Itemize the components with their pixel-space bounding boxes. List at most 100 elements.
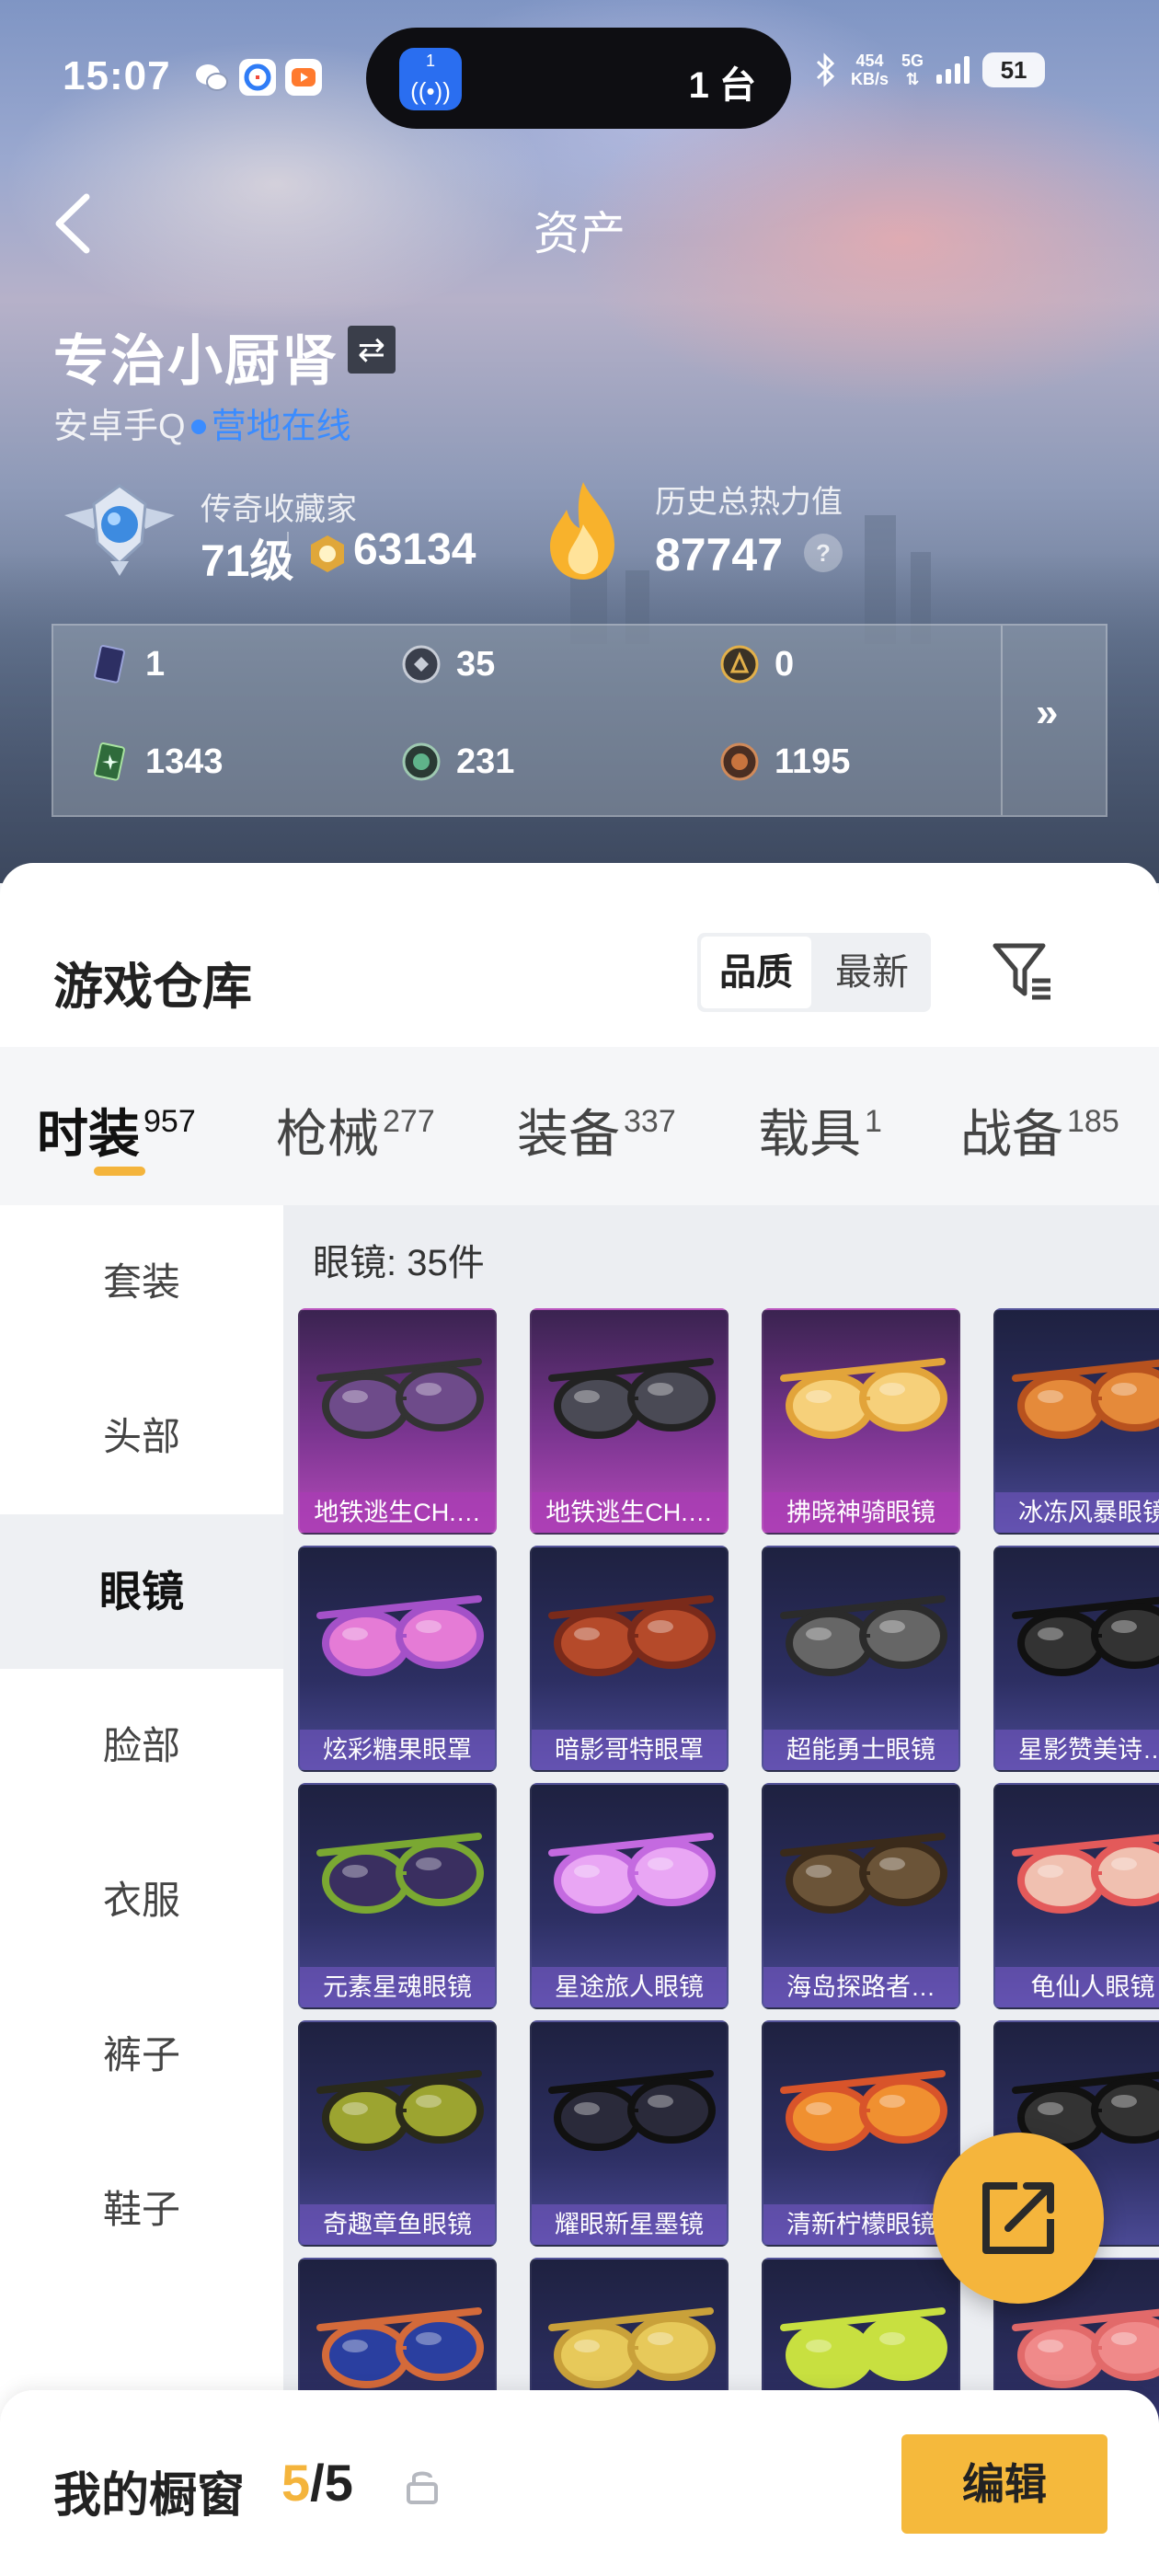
island-badge: 1 [425,52,435,70]
external-share-icon [982,2182,1054,2254]
grid-title: 眼镜: 35件 [313,1243,485,1283]
divider [287,532,289,572]
item-name: 海岛探路者… [763,1967,958,2007]
glasses-icon [548,1833,716,1914]
video-app-icon [285,59,322,96]
switch-account-icon[interactable]: ⇄ [348,326,396,374]
sidebar-item-glasses[interactable]: 眼镜 [0,1514,283,1669]
tab-fashion[interactable]: 时装 957 [37,1093,196,1167]
heat-value: 87747 [655,529,784,581]
token-gold-icon [720,645,759,684]
item-name: 龟仙人眼镜 [995,1967,1159,2007]
item-card[interactable]: 地铁逃生CH.… [298,1308,497,1535]
page-title: 资产 [534,208,625,259]
item-card[interactable]: 暗影哥特眼罩 [530,1546,729,1772]
item-card[interactable]: 元素星魂眼镜 [298,1783,497,2009]
item-card[interactable]: 龟仙人眼镜 [993,1783,1159,2009]
profile-header: 15:07 1 ((•)) 1 台 454 KB/s 5G ⇅ 51 资产 专治… [0,0,1159,883]
network-type: 5G ⇅ [901,52,924,88]
item-card[interactable]: 地铁逃生CH.… [530,1308,729,1535]
help-icon[interactable]: ? [804,534,843,572]
subcategory-sidebar: 套装 头部 眼镜 脸部 衣服 裤子 鞋子 [0,1205,283,2576]
filter-icon[interactable] [990,938,1056,1005]
platform-status: 安卓手Q 营地在线 [53,397,351,448]
sidebar-item-clothes[interactable]: 衣服 [0,1823,283,1978]
item-name: 暗影哥特眼罩 [532,1730,727,1770]
net-speed: 454 KB/s [851,52,889,88]
orb-green-icon [402,742,441,781]
sidebar-item-pants[interactable]: 裤子 [0,1978,283,2133]
warehouse-sheet: 游戏仓库 品质 最新 时装 957 枪械 277 装备 337 载具 1 战备 185 套… [0,863,1159,2576]
battery-indicator: 51 [982,52,1046,87]
glasses-icon [780,2070,947,2151]
item-name: 地铁逃生CH.… [300,1492,495,1533]
item-name: 地铁逃生CH.… [532,1492,727,1533]
notification-icons [193,59,322,96]
item-name: 炫彩糖果眼罩 [300,1730,495,1770]
sidebar-item-face[interactable]: 脸部 [0,1669,283,1823]
item-card[interactable]: 超能勇士眼镜 [762,1546,960,1772]
item-name: 清新柠檬眼镜 [763,2204,958,2245]
qq-browser-icon [239,59,276,96]
rank-badge-icon[interactable] [55,478,184,580]
glasses-icon [1012,1834,1159,1914]
flame-icon [550,482,614,580]
orb-bronze-icon [720,742,759,781]
online-dot [190,419,206,434]
sidebar-item-shoes[interactable]: 鞋子 [0,2133,283,2287]
dynamic-island[interactable]: 1 ((•)) 1 台 [366,28,791,129]
sort-toggle: 品质 最新 [697,933,931,1012]
item-card[interactable]: 清新柠檬眼镜 [762,2020,960,2247]
glasses-icon [316,1595,484,1676]
warehouse-title: 游戏仓库 [53,960,252,1015]
rank-title: 传奇收藏家 [201,492,357,527]
currency-panel[interactable]: 1 35 0 1343 231 1195 » [52,624,1107,817]
bluetooth-icon [816,52,835,87]
token-silver-icon [402,645,441,684]
platform-label: 安卓手Q [53,408,186,446]
item-name: 耀眼新星墨镜 [532,2204,727,2245]
stat-token-silver: 35 [401,644,495,684]
sort-quality-button[interactable]: 品质 [701,937,811,1008]
showcase-bar: 我的橱窗 5/5 编辑 [0,2390,1159,2576]
user-name: 专治小厨肾 [53,330,339,392]
item-card[interactable]: 拂晓神骑眼镜 [762,1308,960,1535]
card-icon [94,645,125,684]
glasses-icon [548,1595,716,1676]
stat-token-gold: 0 [719,644,794,684]
item-card[interactable]: 冰冻风暴眼镜 [993,1308,1159,1535]
player-level: 71级 [201,537,294,586]
tab-combat-gear[interactable]: 战备 185 [960,1093,1119,1167]
tab-vehicles[interactable]: 载具 1 [758,1093,882,1167]
ticket-green-icon [94,742,125,781]
item-card[interactable]: 炫彩糖果眼罩 [298,1546,497,1772]
item-card[interactable]: 星影赞美诗… [993,1546,1159,1772]
item-name: 冰冻风暴眼镜 [995,1492,1159,1533]
item-card[interactable]: 海岛探路者… [762,1783,960,2009]
glasses-icon [548,1358,716,1439]
glasses-icon [1012,1359,1159,1439]
wechat-icon [193,59,230,96]
item-card[interactable]: 耀眼新星墨镜 [530,2020,729,2247]
collection-coin-icon [311,535,344,572]
system-indicators: 454 KB/s 5G ⇅ 51 [814,52,1046,88]
status-bar: 15:07 1 ((•)) 1 台 454 KB/s 5G ⇅ 51 [0,28,1159,129]
glasses-icon [316,2070,484,2151]
online-status: 营地在线 [211,408,351,446]
category-tabs: 时装 957 枪械 277 装备 337 载具 1 战备 185 [0,1047,1159,1205]
sidebar-item-outfits[interactable]: 套装 [0,1205,283,1360]
item-card[interactable]: 奇趣章鱼眼镜 [298,2020,497,2247]
item-name: 星途旅人眼镜 [532,1967,727,2007]
item-name: 拂晓神骑眼镜 [763,1492,958,1533]
active-tab-indicator [94,1167,145,1176]
stat-orb-bronze: 1195 [719,742,850,782]
edit-button[interactable]: 编辑 [901,2434,1107,2534]
tab-equipment[interactable]: 装备 337 [517,1093,676,1167]
sidebar-item-head[interactable]: 头部 [0,1360,283,1514]
expand-chevron-icon[interactable]: » [1036,690,1058,736]
item-card[interactable]: 星途旅人眼镜 [530,1783,729,2009]
share-button[interactable] [933,2133,1104,2304]
clock: 15:07 [63,53,171,98]
tab-weapons[interactable]: 枪械 277 [276,1093,435,1167]
sort-newest-button[interactable]: 最新 [817,937,927,1008]
